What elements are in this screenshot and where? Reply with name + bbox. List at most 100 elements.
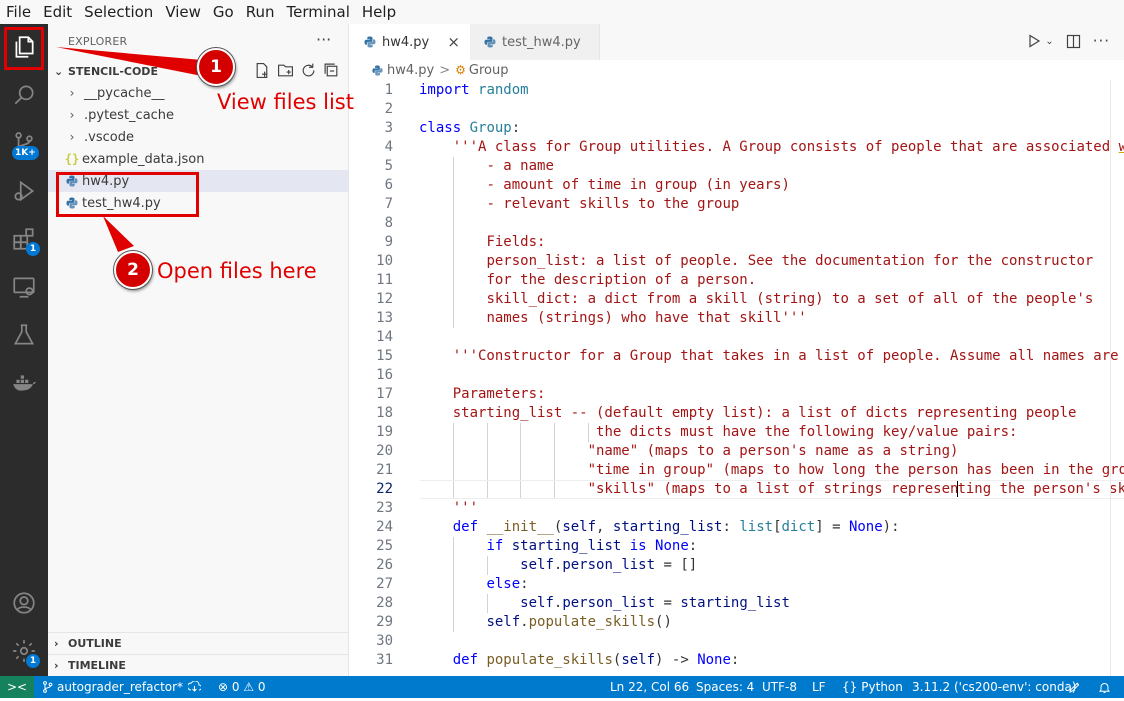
code-line[interactable]: 7 - relevant skills to the group	[350, 195, 1124, 214]
code-line[interactable]: 2	[350, 100, 1124, 119]
docker-icon[interactable]	[0, 360, 48, 406]
code-line[interactable]: 4 '''A class for Group utilities. A Grou…	[350, 138, 1124, 157]
menu-selection[interactable]: Selection	[78, 0, 159, 24]
new-folder-icon[interactable]	[277, 62, 294, 79]
code-line[interactable]: 24 def __init__(self, starting_list: lis…	[350, 518, 1124, 537]
line-number: 26	[376, 557, 393, 573]
interpreter-status[interactable]: 3.11.2 ('cs200-env': conda)	[912, 676, 1077, 698]
cursor-position[interactable]: Ln 22, Col 66	[610, 676, 689, 698]
tree-item-vscode[interactable]: › .vscode	[48, 126, 348, 148]
code-text: "name" (maps to a person's name as a str…	[587, 443, 959, 459]
extensions-badge: 1	[26, 242, 40, 256]
sidebar-more-button[interactable]: ···	[316, 30, 331, 49]
code-line[interactable]: 3 class Group:	[350, 119, 1124, 138]
code-text: - amount of time in group (in years)	[486, 177, 790, 193]
menu-file[interactable]: File	[0, 0, 37, 24]
line-number: 10	[376, 253, 393, 269]
testing-icon[interactable]	[0, 312, 48, 358]
tab-hw4[interactable]: hw4.py ×	[350, 24, 470, 60]
collapse-all-icon[interactable]	[323, 62, 340, 79]
code-line[interactable]: 18 starting_list -- (default empty list)…	[350, 404, 1124, 423]
sync-icon[interactable]	[188, 676, 201, 698]
code-text: def __init__(self, starting_list: list[d…	[452, 519, 900, 535]
tab-test-hw4[interactable]: test_hw4.py	[470, 24, 600, 60]
python-file-icon	[364, 36, 376, 48]
code-line[interactable]: 29 self.populate_skills()	[350, 613, 1124, 632]
outline-section-header[interactable]: › OUTLINE	[48, 632, 348, 654]
code-line[interactable]: 30	[350, 632, 1124, 651]
code-line[interactable]: 10 person_list: a list of people. See th…	[350, 252, 1124, 271]
code-text: '''Constructor for a Group that takes in…	[452, 348, 1119, 364]
code-line[interactable]: 12 skill_dict: a dict from a skill (stri…	[350, 290, 1124, 309]
code-line[interactable]: 9 Fields:	[350, 233, 1124, 252]
code-line[interactable]: 31 def populate_skills(self) -> None:	[350, 651, 1124, 670]
code-text: names (strings) who have that skill'''	[486, 310, 807, 326]
menu-edit[interactable]: Edit	[37, 0, 78, 24]
code-line[interactable]: 13 names (strings) who have that skill''…	[350, 309, 1124, 328]
code-line[interactable]: 15 '''Constructor for a Group that takes…	[350, 347, 1124, 366]
menu-view[interactable]: View	[159, 0, 207, 24]
notifications-bell-icon[interactable]	[1098, 676, 1111, 698]
refresh-icon[interactable]	[300, 62, 317, 79]
remote-explorer-icon[interactable]	[0, 264, 48, 310]
breadcrumb-symbol[interactable]: Group	[469, 63, 509, 78]
manage-badge: 1	[26, 654, 40, 668]
sidebar-title: EXPLORER	[68, 35, 128, 48]
code-line[interactable]: 5 - a name	[350, 157, 1124, 176]
more-actions-icon[interactable]: ···	[1093, 32, 1110, 50]
extensions-icon[interactable]: 1	[0, 216, 48, 262]
code-line[interactable]: 16	[350, 366, 1124, 385]
line-number: 6	[384, 177, 393, 193]
menu-run[interactable]: Run	[240, 0, 281, 24]
search-icon[interactable]	[0, 72, 48, 118]
manage-gear-icon[interactable]: 1	[0, 628, 48, 674]
tree-item-label: example_data.json	[82, 151, 205, 167]
breadcrumb-file[interactable]: hw4.py	[387, 63, 434, 78]
workspace-folder-name: STENCIL-CODE	[68, 64, 158, 78]
line-number: 19	[376, 424, 393, 440]
code-editor[interactable]: 1 import random 2 3 class Group: 4 '''A class…	[350, 80, 1124, 676]
menu-help[interactable]: Help	[356, 0, 402, 24]
code-line[interactable]: 23 '''	[350, 499, 1124, 518]
code-line[interactable]: 14	[350, 328, 1124, 347]
chevron-right-icon: ›	[54, 659, 59, 672]
menu-terminal[interactable]: Terminal	[281, 0, 356, 24]
code-line[interactable]: 27 else:	[350, 575, 1124, 594]
account-icon[interactable]	[0, 580, 48, 626]
code-line[interactable]: 6 - amount of time in group (in years)	[350, 176, 1124, 195]
run-python-file-icon[interactable]	[1027, 34, 1041, 48]
encoding-status[interactable]: UTF-8	[762, 676, 797, 698]
code-line[interactable]: 17 Parameters:	[350, 385, 1124, 404]
code-line[interactable]: 22 "skills" (maps to a list of strings r…	[350, 480, 1124, 499]
branch-icon	[43, 681, 53, 693]
problems-status[interactable]: ⊗ 0 ⚠ 0	[218, 676, 266, 698]
code-line[interactable]: 28 self.person_list = starting_list	[350, 594, 1124, 613]
eol-status[interactable]: LF	[812, 676, 826, 698]
breadcrumb: hw4.py > ⚙ Group	[350, 60, 1124, 80]
code-line[interactable]: 21 "time in group" (maps to how long the…	[350, 461, 1124, 480]
new-file-icon[interactable]	[254, 62, 271, 79]
code-line[interactable]: 8	[350, 214, 1124, 233]
code-line[interactable]: 26 self.person_list = []	[350, 556, 1124, 575]
branch-status[interactable]: autograder_refactor*	[42, 676, 183, 698]
menu-go[interactable]: Go	[207, 0, 240, 24]
line-number: 30	[376, 633, 393, 649]
chevron-right-icon: ›	[69, 108, 75, 122]
split-editor-icon[interactable]	[1066, 34, 1081, 49]
feedback-icon[interactable]	[1068, 676, 1081, 698]
tree-item-example-data[interactable]: {} example_data.json	[48, 148, 348, 170]
run-debug-icon[interactable]	[0, 168, 48, 214]
source-control-icon[interactable]: 1K+	[0, 120, 48, 166]
chevron-down-icon[interactable]: ⌄	[1045, 36, 1053, 47]
remote-indicator[interactable]: ><	[0, 676, 34, 698]
language-status[interactable]: {} Python	[842, 676, 903, 698]
code-line[interactable]: 25 if starting_list is None:	[350, 537, 1124, 556]
code-line[interactable]: 1 import random	[350, 81, 1124, 100]
indentation-status[interactable]: Spaces: 4	[696, 676, 754, 698]
code-line[interactable]: 20 "name" (maps to a person's name as a …	[350, 442, 1124, 461]
timeline-section-header[interactable]: › TIMELINE	[48, 654, 348, 676]
code-line[interactable]: 19 the dicts must have the following key…	[350, 423, 1124, 442]
close-icon[interactable]: ×	[447, 33, 460, 51]
line-number: 14	[376, 329, 393, 345]
code-line[interactable]: 11 for the description of a person.	[350, 271, 1124, 290]
